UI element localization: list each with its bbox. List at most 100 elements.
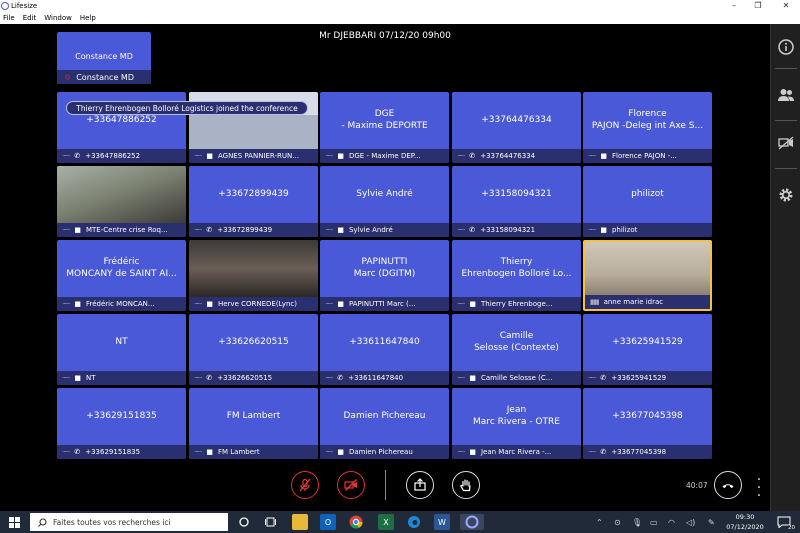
- participant-name: +33626620515: [218, 337, 289, 347]
- participant-tile[interactable]: +33611647840 ······ ✆ +33611647840: [320, 314, 449, 385]
- cortana-icon[interactable]: [236, 514, 252, 530]
- signal-dots-icon: ······: [457, 152, 465, 160]
- participants-icon[interactable]: [771, 80, 800, 110]
- participant-tile[interactable]: NT ······ ■ NT: [57, 314, 186, 385]
- layout-icon[interactable]: [771, 128, 800, 158]
- video-device-icon: ■: [206, 300, 213, 308]
- phone-icon: ✆: [206, 374, 213, 382]
- participant-tile[interactable]: philizot ······ ■ philizot: [583, 166, 712, 237]
- participant-label: +33158094321: [480, 226, 536, 234]
- signal-dots-icon: ······: [194, 448, 202, 456]
- signal-dots-icon: ······: [62, 226, 70, 234]
- participant-name-bar: ······ ■ Thierry Ehrenboge...: [452, 297, 581, 311]
- menu-bar: File Edit Window Help: [0, 12, 800, 24]
- notification-center-icon[interactable]: 20: [776, 514, 795, 531]
- file-explorer-icon[interactable]: [292, 514, 308, 530]
- participant-tile[interactable]: PAPINUTTI Marc (DGITM) ······ ■ PAPINUTTI M…: [320, 240, 449, 311]
- close-icon[interactable]: ✕: [776, 0, 796, 12]
- camera-off-button[interactable]: [337, 471, 365, 499]
- signal-dots-icon: ······: [194, 300, 202, 308]
- word-icon[interactable]: W: [434, 514, 450, 530]
- excel-icon[interactable]: X: [378, 514, 394, 530]
- menu-help[interactable]: Help: [80, 14, 96, 22]
- participant-tile[interactable]: FM Lambert ······ ■ FM Lambert: [189, 388, 318, 459]
- participant-name-bar: ······ ■ Herve CORNEDE(Lync): [189, 297, 318, 311]
- participant-tile[interactable]: Thierry Ehrenbogen Bolloré Lo... ······ ■ T…: [452, 240, 581, 311]
- participant-name-bar: ······ ■ Florence PAJON -...: [583, 149, 712, 163]
- minimize-icon[interactable]: –: [724, 0, 744, 12]
- participant-tile[interactable]: Florence PAJON -Deleg int Axe S... ······…: [583, 92, 712, 163]
- video-device-icon: ■: [206, 448, 213, 456]
- meeting-tray-icon[interactable]: ⊙: [614, 511, 621, 533]
- mute-mic-button[interactable]: [291, 471, 319, 499]
- menu-window[interactable]: Window: [44, 14, 72, 22]
- lifesize-taskbar-icon[interactable]: [460, 514, 484, 530]
- settings-gear-icon[interactable]: [771, 180, 800, 210]
- signal-dots-icon: ······: [325, 448, 333, 456]
- participant-tile[interactable]: +33158094321 ······ ✆ +33158094321: [452, 166, 581, 237]
- participant-name-bar: ······ ■ Camille Selosse (C...: [452, 371, 581, 385]
- battery-icon[interactable]: ▭: [650, 511, 658, 533]
- lifesize-app-icon: [1, 2, 9, 10]
- menu-file[interactable]: File: [3, 14, 15, 22]
- chrome-icon[interactable]: [348, 514, 364, 530]
- show-hidden-icons-icon[interactable]: ⌃: [596, 511, 603, 533]
- participant-tile[interactable]: +33764476334 ······ ✆ +33764476334: [452, 92, 581, 163]
- participant-label: Frédéric MONCAN...: [85, 300, 155, 308]
- participant-tile[interactable]: +33625941529 ······ ✆ +33625941529: [583, 314, 712, 385]
- phone-icon: ✆: [469, 152, 476, 160]
- wifi-icon[interactable]: ◠: [668, 511, 675, 533]
- participant-name-bar: ······ ■ Frédéric MONCAN...: [57, 297, 186, 311]
- outlook-icon[interactable]: O: [320, 514, 336, 530]
- signal-dots-icon: ······: [457, 300, 465, 308]
- participant-name-bar: ······ ■ Jean Marc Rivera -...: [452, 445, 581, 459]
- participant-name: Damien Pichereau: [343, 411, 426, 421]
- participant-tile[interactable]: Damien Pichereau ······ ■ Damien Pichereau: [320, 388, 449, 459]
- participant-tile[interactable]: Jean Marc Rivera - OTRE ······ ■ Jean Marc …: [452, 388, 581, 459]
- participant-tile[interactable]: DGE - Maxime DEPORTE ······ ■ DGE - Maxime …: [320, 92, 449, 163]
- end-call-button[interactable]: [714, 471, 742, 499]
- signal-dots-icon: ······: [325, 226, 333, 234]
- participant-label: FM Lambert: [217, 448, 260, 456]
- pen-tray-icon[interactable]: ✎: [708, 511, 715, 533]
- participant-label: PAPINUTTI Marc (...: [348, 300, 416, 308]
- taskbar-search-box[interactable]: Faites toutes vos recherches ici: [30, 513, 228, 531]
- participant-tile[interactable]: ▮▮▮ anne marie idrac: [583, 240, 712, 311]
- participant-tile[interactable]: +33672899439 ······ ✆ +33672899439: [189, 166, 318, 237]
- participant-tile[interactable]: ······ ■ Herve CORNEDE(Lync): [189, 240, 318, 311]
- task-view-icon[interactable]: [262, 514, 278, 530]
- video-device-icon: ■: [337, 152, 344, 160]
- signal-dots-icon: ······: [325, 374, 333, 382]
- windows-start-icon[interactable]: [0, 511, 28, 533]
- search-icon: [38, 517, 47, 527]
- participant-name: FM Lambert: [226, 411, 281, 421]
- microphone-tray-icon[interactable]: 🎙: [632, 511, 642, 533]
- volume-icon[interactable]: ◁): [686, 511, 695, 533]
- audio-level-icon: ▮▮▮: [590, 298, 600, 306]
- restore-icon[interactable]: ❐: [748, 0, 768, 12]
- signal-dots-icon: ······: [194, 152, 202, 160]
- info-icon[interactable]: [771, 32, 800, 62]
- system-clock[interactable]: 09:30 07/12/2020: [720, 512, 770, 532]
- participant-tile[interactable]: ······ ■ MTE-Centre crise Roq...: [57, 166, 186, 237]
- participant-tile[interactable]: Sylvie André ······ ■ Sylvie André: [320, 166, 449, 237]
- raise-hand-button[interactable]: [452, 471, 480, 499]
- participant-tile[interactable]: +33626620515 ······ ✆ +33626620515: [189, 314, 318, 385]
- menu-edit[interactable]: Edit: [23, 14, 37, 22]
- participant-tile[interactable]: Frédéric MONCANY de SAINT AI... ······ ■ Fr…: [57, 240, 186, 311]
- edge-icon[interactable]: [406, 514, 422, 530]
- participant-tile[interactable]: Camille Selosse (Contexte) ······ ■ Camille…: [452, 314, 581, 385]
- self-preview-tile[interactable]: Constance MD ⦸ Constance MD: [57, 32, 151, 84]
- participant-name-bar: ······ ■ philizot: [583, 223, 712, 237]
- camera-off-icon: [344, 479, 357, 491]
- participant-video: [585, 242, 710, 295]
- participant-name-bar: ······ ✆ +33158094321: [452, 223, 581, 237]
- share-screen-button[interactable]: [406, 471, 434, 499]
- participant-name: Sylvie André: [356, 189, 413, 199]
- more-options-icon[interactable]: · · ·: [754, 473, 764, 503]
- participant-tile[interactable]: +33677045398 ······ ✆ +33677045398: [583, 388, 712, 459]
- signal-dots-icon: ······: [62, 448, 70, 456]
- participant-name-bar: ······ ✆ +33677045398: [583, 445, 712, 459]
- participant-video: [189, 240, 318, 297]
- participant-tile[interactable]: +33629151835 ······ ✆ +33629151835: [57, 388, 186, 459]
